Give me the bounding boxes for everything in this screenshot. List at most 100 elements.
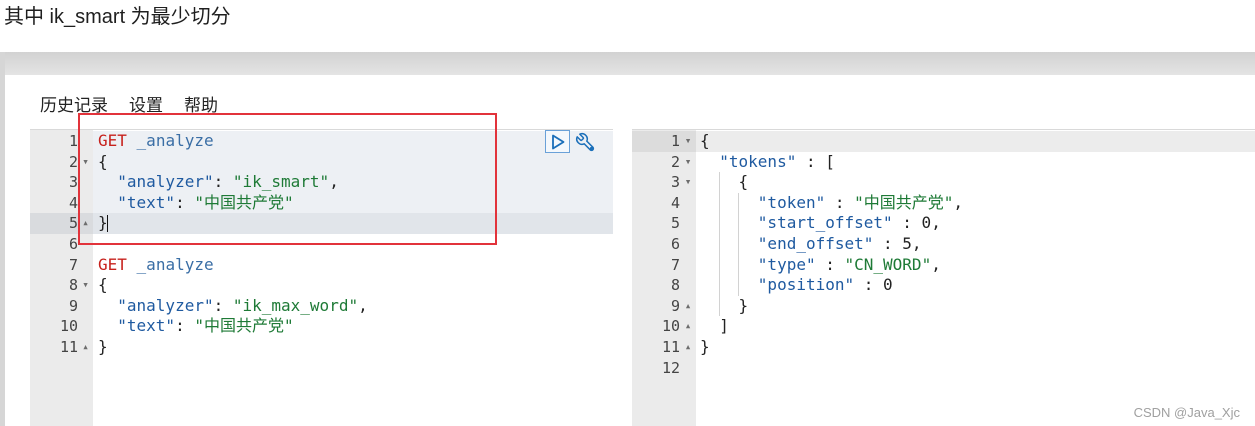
line-number: 8 xyxy=(68,276,78,295)
fold-gutter-cell xyxy=(680,193,696,214)
screenshot-frame-left xyxy=(0,52,5,426)
line-number: 11 xyxy=(59,337,78,356)
code-line[interactable]: 2 ▾ "tokens" : [ xyxy=(632,152,1255,173)
code-text[interactable]: "token" : "中国共产党", xyxy=(696,193,963,214)
code-token: "token" xyxy=(757,192,826,212)
caret-down-icon[interactable]: ▾ xyxy=(680,131,696,152)
line-number: 10 xyxy=(661,317,680,336)
code-token: GET xyxy=(98,254,127,274)
code-token: "type" xyxy=(757,254,816,274)
fold-gutter-cell xyxy=(78,255,93,276)
line-number: 5 xyxy=(68,214,78,233)
caret-down-icon[interactable]: ▾ xyxy=(680,172,696,193)
code-token: } xyxy=(700,336,710,356)
code-text[interactable]: "text": "中国共产党" xyxy=(93,316,293,337)
request-settings-button[interactable] xyxy=(573,131,597,153)
line-number: 1 xyxy=(670,132,680,150)
code-text[interactable]: "end_offset" : 5, xyxy=(696,234,922,255)
code-token: "text" xyxy=(117,316,176,336)
caret-up-icon[interactable]: ▴ xyxy=(680,337,696,358)
send-request-button[interactable] xyxy=(545,130,570,153)
code-text[interactable]: { xyxy=(93,275,108,296)
code-line[interactable]: 11 ▴} xyxy=(632,337,1255,358)
code-line[interactable]: 3 ▾ { xyxy=(632,172,1255,193)
code-token: "ik_max_word" xyxy=(232,295,359,315)
code-line[interactable]: 5 "start_offset" : 0, xyxy=(632,213,1255,234)
code-line[interactable]: 6 "end_offset" : 5, xyxy=(632,234,1255,255)
code-token: { xyxy=(700,131,710,150)
code-line[interactable]: 12 xyxy=(632,358,1255,379)
code-token: : [ xyxy=(796,151,835,171)
line-number: 12 xyxy=(661,358,680,377)
code-token: : 5, xyxy=(873,233,922,253)
caret-down-icon[interactable]: ▾ xyxy=(78,275,93,296)
line-number: 9 xyxy=(670,296,680,315)
code-line[interactable]: 10 "text": "中国共产党" xyxy=(30,316,613,337)
caret-up-icon[interactable]: ▴ xyxy=(680,316,696,337)
line-number: 7 xyxy=(670,255,680,274)
code-text[interactable]: } xyxy=(696,337,710,358)
code-line[interactable]: 10 ▴ ] xyxy=(632,316,1255,337)
code-token: , xyxy=(953,192,964,212)
code-text[interactable]: { xyxy=(696,131,710,152)
response-lines[interactable]: 1 ▾{2 ▾ "tokens" : [3 ▾ {4 "token" : "中国共产党… xyxy=(632,131,1255,378)
code-token: } xyxy=(98,336,108,356)
code-text[interactable]: "start_offset" : 0, xyxy=(696,213,941,234)
code-text[interactable]: "tokens" : [ xyxy=(696,152,835,173)
wrench-icon xyxy=(575,132,594,151)
caret-up-icon[interactable]: ▴ xyxy=(78,337,93,358)
code-token: { xyxy=(700,172,749,192)
code-line[interactable]: 1 ▾{ xyxy=(632,131,1255,152)
code-token: : xyxy=(825,192,855,212)
code-line[interactable]: 9 ▴ } xyxy=(632,296,1255,317)
code-text[interactable]: ] xyxy=(696,316,729,337)
code-text[interactable] xyxy=(696,358,700,379)
fold-gutter-cell xyxy=(680,358,696,379)
line-number: 4 xyxy=(68,193,78,212)
code-line[interactable]: 8 "position" : 0 xyxy=(632,275,1255,296)
play-icon xyxy=(551,134,564,149)
line-number: 2 xyxy=(68,152,78,171)
code-token: : xyxy=(213,295,233,315)
code-line[interactable]: 7 GET _analyze xyxy=(30,255,613,276)
line-number: 6 xyxy=(68,234,78,253)
code-line[interactable]: 9 "analyzer": "ik_max_word", xyxy=(30,296,613,317)
line-number: 6 xyxy=(670,234,680,253)
fold-gutter-cell xyxy=(680,275,696,296)
watermark: CSDN @Java_Xjc xyxy=(1133,405,1240,420)
code-line[interactable]: 4 "token" : "中国共产党", xyxy=(632,193,1255,214)
fold-gutter-cell xyxy=(680,213,696,234)
code-line[interactable]: 11 ▴} xyxy=(30,337,613,358)
code-line[interactable]: 7 "type" : "CN_WORD", xyxy=(632,255,1255,276)
response-editor[interactable]: 1 ▾{2 ▾ "tokens" : [3 ▾ {4 "token" : "中国共产党… xyxy=(632,129,1255,426)
code-token: : xyxy=(815,254,845,274)
code-token: "CN_WORD" xyxy=(844,254,932,274)
code-token: , xyxy=(358,295,368,315)
line-number: 11 xyxy=(661,337,680,356)
caret-down-icon[interactable]: ▾ xyxy=(680,152,696,173)
code-line[interactable]: 8 ▾{ xyxy=(30,275,613,296)
line-number: 8 xyxy=(670,276,680,295)
code-token: "start_offset" xyxy=(757,213,893,233)
code-text[interactable]: GET _analyze xyxy=(93,255,214,276)
code-token: "analyzer" xyxy=(117,295,214,315)
code-text[interactable]: "position" : 0 xyxy=(696,275,893,296)
code-text[interactable]: { xyxy=(696,172,749,193)
line-number: 3 xyxy=(670,173,680,192)
code-text[interactable]: } xyxy=(696,296,749,317)
caret-up-icon[interactable]: ▴ xyxy=(680,296,696,317)
code-text[interactable]: "analyzer": "ik_max_word", xyxy=(93,295,368,317)
fold-gutter-cell xyxy=(680,255,696,276)
code-text[interactable]: } xyxy=(93,337,108,358)
fold-gutter-cell xyxy=(680,234,696,255)
code-token: "position" xyxy=(757,275,855,295)
line-number: 5 xyxy=(670,214,680,233)
code-text[interactable]: "type" : "CN_WORD", xyxy=(696,255,941,276)
